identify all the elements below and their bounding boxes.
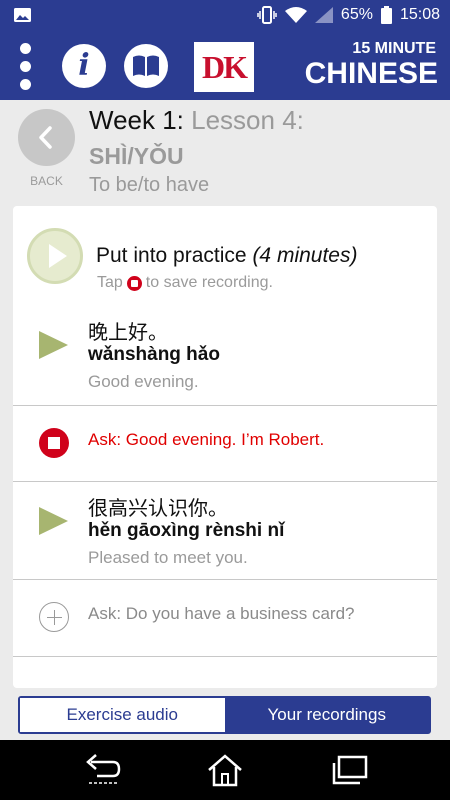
hint-post: to save recording.	[145, 274, 273, 291]
play-icon	[49, 244, 67, 268]
phrase-pinyin: wǎnshàng hǎo	[88, 344, 220, 365]
dk-logo-text: DK	[202, 49, 248, 85]
week-label: Week 1:	[89, 105, 184, 135]
practice-duration: (4 minutes)	[252, 244, 358, 267]
battery-percent: 65%	[340, 6, 373, 23]
status-bar: 65% 15:08	[0, 0, 450, 33]
ask-prompt: Ask: Good evening. I’m Robert.	[88, 430, 325, 449]
tab-exercise-audio[interactable]: Exercise audio	[20, 698, 225, 732]
back-nav-icon[interactable]	[83, 752, 123, 788]
battery-icon	[380, 6, 392, 24]
practice-hint: Tap to save recording.	[97, 274, 273, 292]
clock: 15:08	[399, 6, 440, 23]
practice-title: Put into practice (4 minutes)	[96, 244, 357, 268]
phrase-row: 晚上好。 wǎnshàng hǎo Good evening.	[13, 306, 437, 405]
ask-row-recording: Ask: Good evening. I’m Robert.	[13, 405, 437, 481]
audio-tabs: Exercise audio Your recordings	[18, 696, 431, 734]
chevron-left-icon	[39, 126, 52, 149]
system-nav-bar	[0, 740, 450, 800]
info-icon[interactable]: i	[62, 44, 106, 88]
phrase-row: 很高兴认识你。 hěn gāoxìng rènshi nǐ Pleased to…	[13, 481, 437, 579]
home-nav-icon[interactable]	[205, 752, 245, 788]
vibrate-icon	[257, 6, 277, 24]
gallery-notification-icon	[14, 8, 31, 22]
phrase-chinese: 晚上好。	[88, 322, 168, 344]
lesson-heading: Week 1: Lesson 4:	[89, 105, 304, 136]
app-header: i DK 15 MINUTE CHINESE	[0, 33, 450, 100]
phrase-chinese: 很高兴认识你。	[88, 498, 228, 520]
book-glyph	[133, 55, 159, 76]
signal-icon	[314, 7, 333, 23]
app-title-main: CHINESE	[304, 57, 438, 90]
wifi-icon	[284, 7, 307, 23]
ask-row-pending: Ask: Do you have a business card?	[13, 579, 437, 656]
ask-prompt: Ask: Do you have a business card?	[88, 604, 355, 623]
lesson-subtitle: To be/to have	[89, 174, 210, 196]
lesson-title: SHÌ/YǑU	[89, 143, 184, 169]
add-recording-icon[interactable]	[39, 602, 69, 632]
phrase-english: Good evening.	[88, 372, 199, 391]
practice-card: Put into practice (4 minutes) Tap to sav…	[13, 206, 437, 688]
play-icon[interactable]	[39, 507, 68, 535]
practice-title-text: Put into practice	[96, 244, 247, 267]
back-label: BACK	[30, 174, 63, 188]
play-all-button[interactable]	[27, 228, 83, 284]
phrase-pinyin: hěn gāoxìng rènshi nǐ	[88, 520, 285, 541]
dk-logo: DK	[194, 42, 254, 92]
app-title-top: 15 MINUTE	[352, 40, 436, 57]
info-glyph: i	[78, 48, 90, 83]
back-button[interactable]	[18, 109, 75, 166]
phrase-english: Pleased to meet you.	[88, 548, 248, 567]
play-icon[interactable]	[39, 331, 68, 359]
hint-pre: Tap	[97, 274, 123, 291]
record-icon	[126, 275, 142, 291]
row-divider	[13, 656, 437, 688]
recent-apps-icon[interactable]	[330, 752, 370, 788]
tab-your-recordings[interactable]: Your recordings	[224, 698, 429, 732]
lesson-number: Lesson 4:	[191, 105, 304, 135]
stop-record-button[interactable]	[39, 428, 69, 458]
book-icon[interactable]	[124, 44, 168, 88]
overflow-menu-icon[interactable]	[16, 43, 36, 91]
